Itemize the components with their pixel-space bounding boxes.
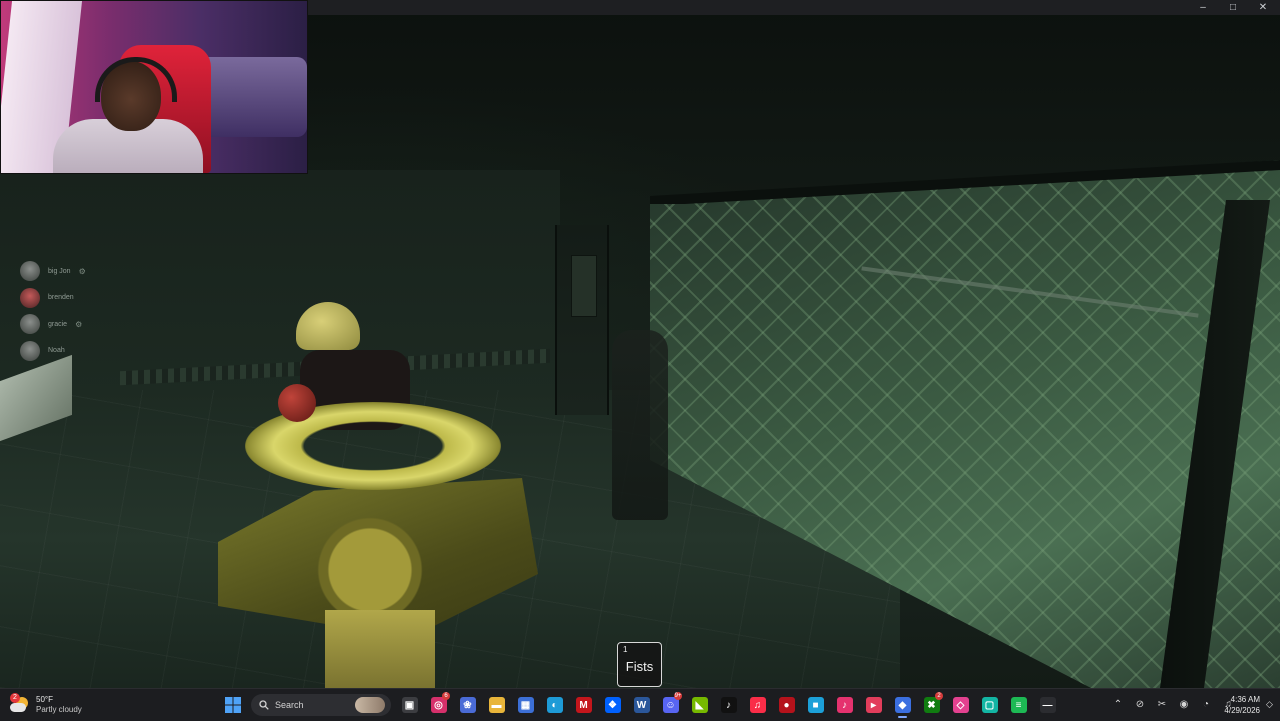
microsoft-store-icon: ▦ xyxy=(517,697,534,713)
taskbar-app-teal-app[interactable]: ▢ xyxy=(975,691,1004,719)
start-button[interactable] xyxy=(218,691,247,719)
player-list-item[interactable]: brenden xyxy=(20,285,130,312)
player-name: gracie xyxy=(48,320,68,328)
player-name: brenden xyxy=(48,294,74,302)
pink-app-icon: ◇ xyxy=(952,697,969,713)
clock-time: 4:36 AM xyxy=(1230,695,1260,704)
tiktok-icon: ♪ xyxy=(720,697,737,713)
chevron-up-icon[interactable]: ⌃ xyxy=(1110,697,1126,713)
avatar xyxy=(20,314,40,335)
taskbar-app-apple-music[interactable]: ♫ xyxy=(743,691,772,719)
player-planet xyxy=(278,384,316,422)
notification-badge: 9+ xyxy=(674,692,682,700)
terminal-icon: — xyxy=(1039,697,1056,713)
nvidia-icon: ◣ xyxy=(691,697,708,713)
webcam-overlay xyxy=(0,0,308,174)
taskbar-search[interactable]: Search xyxy=(251,694,391,716)
weather-condition: Partly cloudy xyxy=(36,705,82,714)
taskbar-app-copilot[interactable]: ❀ xyxy=(453,691,482,719)
taskbar-app-blue-app[interactable]: ■ xyxy=(801,691,830,719)
taskbar-app-discord[interactable]: ☺ 9+ xyxy=(656,691,685,719)
search-icon xyxy=(259,700,269,710)
taskbar-apps: Search ▣ ◎ 6 ❀ ▬ ▦ ◐ M ❖ W ☺ 9+ ◣ ♪ ♫ ● ■ ♪ ▸ ◆ ✖ 2 ◇ ▢ ≡ — xyxy=(218,691,1062,719)
wifi-icon[interactable]: ◉ xyxy=(1176,697,1192,713)
minimize-button[interactable]: – xyxy=(1188,0,1218,15)
taskbar-app-tiktok[interactable]: ♪ xyxy=(714,691,743,719)
blue-app-icon: ■ xyxy=(807,697,824,713)
player-list: big Jon ⚙ brenden gracie ⚙ Noah xyxy=(20,258,130,364)
door-window xyxy=(571,255,597,317)
avatar xyxy=(20,340,40,361)
clock-date: 4/29/2026 xyxy=(1224,706,1260,715)
taskbar-app-red-app[interactable]: ● xyxy=(772,691,801,719)
taskbar-app-spotify[interactable]: ≡ xyxy=(1004,691,1033,719)
notification-badge: 2 xyxy=(935,692,943,700)
task-view-icon: ▣ xyxy=(401,697,418,713)
windows-icon xyxy=(224,697,241,713)
clock[interactable]: 4:36 AM 4/29/2026 xyxy=(1208,694,1260,716)
taskbar-app-tiktok-studio[interactable]: ♪ xyxy=(830,691,859,719)
network-off-icon[interactable]: ⊘ xyxy=(1132,697,1148,713)
taskbar-app-streamlabs[interactable]: ▸ xyxy=(859,691,888,719)
notification-badge: 6 xyxy=(442,692,450,700)
streamlabs-icon: ▸ xyxy=(865,697,882,713)
edge-icon: ◐ xyxy=(546,697,563,713)
weather-temperature: 50°F xyxy=(36,695,53,704)
hotbar-slot-number: 1 xyxy=(623,645,628,654)
taskbar-app-terminal[interactable]: — xyxy=(1033,691,1062,719)
file-explorer-icon: ▬ xyxy=(488,697,505,713)
player-name: Noah xyxy=(48,347,65,355)
taskbar-app-mcafee[interactable]: M xyxy=(569,691,598,719)
player-name: big Jon xyxy=(48,267,71,275)
word-icon: W xyxy=(633,697,650,713)
taskbar-app-dropbox[interactable]: ❖ xyxy=(598,691,627,719)
partly-cloudy-icon: 2 xyxy=(10,693,30,715)
roblox-icon: ◆ xyxy=(894,697,911,713)
player-list-item[interactable]: big Jon ⚙ xyxy=(20,258,130,285)
player-legs xyxy=(325,610,435,688)
maximize-button[interactable]: □ xyxy=(1218,0,1248,15)
microphone-icon[interactable]: ✂ xyxy=(1154,697,1170,713)
copilot-icon: ❀ xyxy=(459,697,476,713)
hotbar-item-label: Fists xyxy=(625,659,654,674)
bell-icon[interactable]: ◇ xyxy=(1266,699,1276,709)
weather-widget[interactable]: 2 50°F Partly cloudy xyxy=(10,691,82,719)
close-button[interactable]: ✕ xyxy=(1248,0,1278,15)
webcam-bed xyxy=(197,57,307,137)
apple-music-icon: ♫ xyxy=(749,697,766,713)
player-list-item[interactable]: Noah xyxy=(20,338,130,365)
taskbar-app-microsoft-store[interactable]: ▦ xyxy=(511,691,540,719)
door xyxy=(555,225,609,415)
search-label: Search xyxy=(275,700,304,710)
shadow-npc xyxy=(612,330,668,520)
mcafee-icon: M xyxy=(575,697,592,713)
taskbar-app-instagram[interactable]: ◎ 6 xyxy=(424,691,453,719)
teal-app-icon: ▢ xyxy=(981,697,998,713)
avatar xyxy=(20,287,40,308)
spotify-icon: ≡ xyxy=(1010,697,1027,713)
taskbar-app-file-explorer[interactable]: ▬ xyxy=(482,691,511,719)
tiktok-studio-icon: ♪ xyxy=(836,697,853,713)
taskbar-app-pink-app[interactable]: ◇ xyxy=(946,691,975,719)
taskbar-app-task-view[interactable]: ▣ xyxy=(395,691,424,719)
weather-badge: 2 xyxy=(10,693,20,703)
avatar xyxy=(20,261,40,282)
dropbox-icon: ❖ xyxy=(604,697,621,713)
taskbar-app-word[interactable]: W xyxy=(627,691,656,719)
taskbar-app-nvidia[interactable]: ◣ xyxy=(685,691,714,719)
taskbar-app-edge[interactable]: ◐ xyxy=(540,691,569,719)
taskbar-app-roblox[interactable]: ◆ xyxy=(888,691,917,719)
pinned-apps: ▣ ◎ 6 ❀ ▬ ▦ ◐ M ❖ W ☺ 9+ ◣ ♪ ♫ ● ■ ♪ ▸ ◆ ✖ 2 ◇ ▢ ≡ — xyxy=(395,691,1062,719)
player-list-item[interactable]: gracie ⚙ xyxy=(20,311,130,338)
gear-icon: ⚙ xyxy=(78,266,86,276)
taskbar: 2 50°F Partly cloudy Search ▣ ◎ 6 ❀ ▬ ▦ ◐ M ❖ W ☺ 9… xyxy=(0,688,1280,721)
hotbar-slot-fists[interactable]: 1 Fists xyxy=(617,642,662,687)
search-highlight-icon xyxy=(355,697,385,713)
taskbar-app-xbox[interactable]: ✖ 2 xyxy=(917,691,946,719)
gear-icon: ⚙ xyxy=(75,319,83,329)
red-app-icon: ● xyxy=(778,697,795,713)
